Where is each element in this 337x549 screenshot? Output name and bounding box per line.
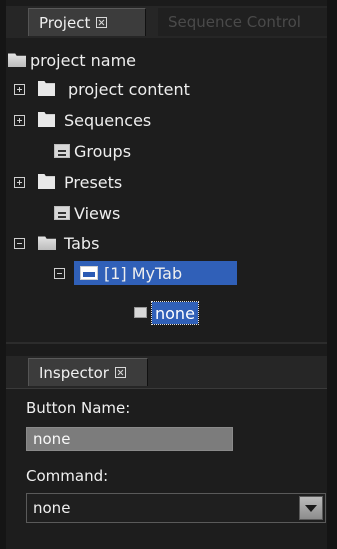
tab-sequence-control-label: Sequence Control xyxy=(168,13,301,31)
tab-icon xyxy=(80,266,98,280)
folder-icon xyxy=(38,81,55,96)
button-name-value: none xyxy=(33,430,71,448)
tree-item-label: Presets xyxy=(64,172,123,192)
views-icon xyxy=(54,206,70,220)
command-value: none xyxy=(33,499,71,517)
tab-inspector[interactable]: Inspector xyxy=(28,358,148,386)
tab-inspector-label: Inspector xyxy=(39,363,109,382)
expand-icon[interactable] xyxy=(14,115,25,126)
folder-open-icon xyxy=(8,53,26,67)
button-node-icon xyxy=(134,307,147,318)
tree-item-label: none xyxy=(155,303,195,323)
tree-item-label: Groups xyxy=(74,141,132,161)
inspector-tabbar: Inspector xyxy=(6,356,327,389)
tree-item-sequences[interactable]: Sequences xyxy=(14,107,151,133)
collapse-icon[interactable] xyxy=(54,268,65,279)
button-name-field[interactable]: none xyxy=(26,427,233,451)
project-tabbar: Project Sequence Control xyxy=(6,6,327,39)
button-name-label: Button Name: xyxy=(26,399,131,417)
project-tree: project name project content Sequences G… xyxy=(6,38,327,344)
tree-item-label: Sequences xyxy=(64,110,152,130)
tree-item-presets[interactable]: Presets xyxy=(14,169,122,195)
tree-item-groups[interactable]: Groups xyxy=(14,138,131,164)
command-select[interactable]: none xyxy=(26,493,326,523)
tree-item-project-content[interactable]: project content xyxy=(14,76,190,102)
collapse-icon[interactable] xyxy=(14,238,25,249)
app-frame: Project Sequence Control project name pr… xyxy=(0,0,337,549)
presets-icon xyxy=(38,174,55,189)
close-icon[interactable] xyxy=(114,367,126,378)
expand-icon[interactable] xyxy=(14,84,25,95)
close-icon[interactable] xyxy=(96,17,108,28)
tree-item-tabs[interactable]: Tabs xyxy=(14,230,99,256)
tree-item-label: Views xyxy=(74,203,121,223)
tabs-icon xyxy=(38,236,56,250)
command-label: Command: xyxy=(26,467,109,485)
tab-project[interactable]: Project xyxy=(28,8,146,36)
tree-item-none[interactable]: none xyxy=(151,301,199,325)
tree-item-label: project content xyxy=(68,79,190,99)
tree-item-label: Tabs xyxy=(64,233,100,253)
right-edge xyxy=(327,0,337,549)
tree-root[interactable]: project name xyxy=(8,47,136,73)
tree-item-views[interactable]: Views xyxy=(14,200,120,226)
tree-item-label: [1] MyTab xyxy=(104,263,183,283)
expand-icon[interactable] xyxy=(14,177,25,188)
tab-project-label: Project xyxy=(39,13,91,32)
tab-sequence-control[interactable]: Sequence Control xyxy=(158,8,327,36)
chevron-down-icon[interactable] xyxy=(299,496,323,520)
tree-root-label: project name xyxy=(30,50,136,70)
sequences-icon xyxy=(38,112,55,127)
inspector-body: Button Name: none Command: none xyxy=(6,389,327,549)
groups-icon xyxy=(54,144,70,158)
tree-item-mytab-selection: [1] MyTab xyxy=(74,261,237,285)
